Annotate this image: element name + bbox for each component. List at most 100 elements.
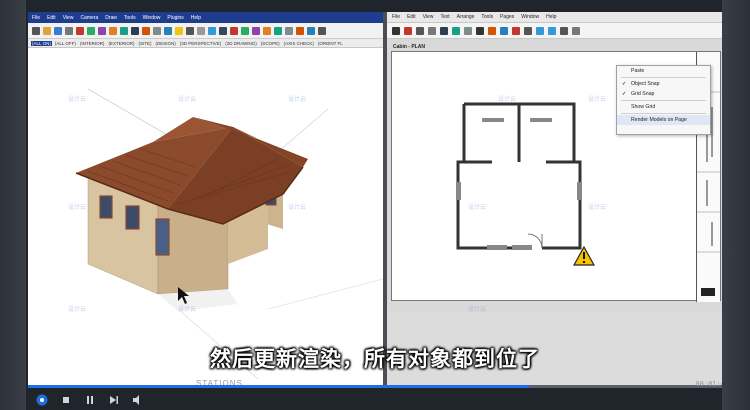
menu-window-r[interactable]: Window <box>521 14 539 20</box>
menu-help[interactable]: Help <box>191 15 201 21</box>
style-tool-icon[interactable] <box>524 26 532 35</box>
zoom-tool-icon[interactable] <box>186 26 194 35</box>
textured-icon[interactable] <box>307 26 315 35</box>
stop-icon[interactable] <box>60 394 72 406</box>
rectangle-tool-icon[interactable] <box>440 26 448 35</box>
tape-measure-icon[interactable] <box>153 26 161 35</box>
right-view-icon[interactable] <box>241 26 249 35</box>
front-view-icon[interactable] <box>230 26 238 35</box>
menu-arrange-r[interactable]: Arrange <box>457 14 475 20</box>
menu-edit[interactable]: Edit <box>47 15 56 21</box>
menu-window[interactable]: Window <box>143 15 161 21</box>
rotate-tool-icon[interactable] <box>120 26 128 35</box>
context-item-label: Render Models on Page <box>631 117 687 123</box>
menu-pages-r[interactable]: Pages <box>500 14 514 20</box>
menu-camera[interactable]: Camera <box>80 15 98 21</box>
context-item-object-snap[interactable]: ✓ Object Snap <box>617 79 710 89</box>
tab-exterior[interactable]: (EXTERIOR) <box>107 41 135 46</box>
line-tool-icon[interactable] <box>416 26 424 35</box>
tab-site[interactable]: (SITE) <box>137 41 152 46</box>
context-item-label: Object Snap <box>631 81 660 87</box>
text-tool-icon[interactable] <box>476 26 484 35</box>
next-icon[interactable] <box>108 394 120 406</box>
menu-draw[interactable]: Draw <box>105 15 117 21</box>
label-tool-icon[interactable] <box>488 26 496 35</box>
iso-view-icon[interactable] <box>208 26 216 35</box>
scale-tool-icon[interactable] <box>131 26 139 35</box>
tab-scope[interactable]: (SCOPE) <box>260 41 281 46</box>
menu-tools[interactable]: Tools <box>124 15 136 21</box>
watermark-text: 设计云 <box>588 96 607 103</box>
layout-send-icon[interactable] <box>318 26 326 35</box>
line-tool-icon[interactable] <box>65 26 73 35</box>
xray-icon[interactable] <box>274 26 282 35</box>
left-view-icon[interactable] <box>263 26 271 35</box>
zoom-extents-icon[interactable] <box>197 26 205 35</box>
warning-triangle-icon[interactable] <box>573 246 595 266</box>
offset-tool-icon[interactable] <box>142 26 150 35</box>
menu-tools-r[interactable]: Tools <box>481 14 493 20</box>
join-tool-icon[interactable] <box>548 26 556 35</box>
document-title: Cabin - PLAN <box>393 44 425 50</box>
polygon-tool-icon[interactable] <box>464 26 472 35</box>
watermark-text: 设计云 <box>288 96 307 103</box>
progress-fill <box>28 385 530 388</box>
watermark-text: 设计云 <box>288 204 307 211</box>
progress-bar[interactable] <box>28 385 724 388</box>
menu-edit-r[interactable]: Edit <box>407 14 416 20</box>
watermark-text: 设计云 <box>178 96 197 103</box>
select-arrow-icon[interactable] <box>392 26 400 35</box>
watermark-text: 设计云 <box>68 306 87 313</box>
eraser-tool-icon[interactable] <box>43 26 51 35</box>
tab-interior[interactable]: (INTERIOR) <box>79 41 106 46</box>
context-item-show-grid[interactable]: Show Grid <box>617 102 710 112</box>
circle-tool-icon[interactable] <box>452 26 460 35</box>
tab-all-off[interactable]: (ALL OFF) <box>54 41 77 46</box>
tab-design[interactable]: (DESIGN) <box>154 41 176 46</box>
tab-axis-check[interactable]: (AXIS CHECK) <box>283 41 315 46</box>
tab-all-on[interactable]: (ALL ON) <box>31 40 52 46</box>
circle-tool-icon[interactable] <box>87 26 95 35</box>
context-item-render-models[interactable]: Render Models on Page <box>617 115 710 125</box>
back-view-icon[interactable] <box>252 26 260 35</box>
menu-help-r[interactable]: Help <box>546 14 556 20</box>
menu-view[interactable]: View <box>63 15 74 21</box>
menu-file[interactable]: File <box>32 15 40 21</box>
pan-tool-icon[interactable] <box>175 26 183 35</box>
pencil-tool-icon[interactable] <box>404 26 412 35</box>
top-view-icon[interactable] <box>219 26 227 35</box>
left-menubar: File Edit View Camera Draw Tools Window … <box>28 12 383 23</box>
presentation-icon[interactable] <box>572 26 580 35</box>
logo-icon[interactable] <box>36 394 48 406</box>
split-tool-icon[interactable] <box>536 26 544 35</box>
menu-text-r[interactable]: Text <box>440 14 449 20</box>
paint-bucket-icon[interactable] <box>54 26 62 35</box>
tab-3d-perspective[interactable]: (3D PERSPECTIVE) <box>179 41 223 46</box>
pause-icon[interactable] <box>84 394 96 406</box>
arc-tool-icon[interactable] <box>428 26 436 35</box>
shaded-icon[interactable] <box>296 26 304 35</box>
watermark-text: 设计云 <box>68 96 87 103</box>
add-page-icon[interactable] <box>560 26 568 35</box>
tab-orient[interactable]: (ORIENT FL <box>317 41 344 46</box>
menu-file-r[interactable]: File <box>392 14 400 20</box>
rectangle-tool-icon[interactable] <box>76 26 84 35</box>
dimension-tool-icon[interactable] <box>500 26 508 35</box>
watermark-text: 设计云 <box>468 306 487 313</box>
erase-tool-icon[interactable] <box>512 26 520 35</box>
context-item-paste[interactable]: Paste <box>617 66 710 76</box>
wireframe-icon[interactable] <box>285 26 293 35</box>
select-tool-icon[interactable] <box>32 26 40 35</box>
menu-plugins[interactable]: Plugins <box>167 15 183 21</box>
sketchup-window: File Edit View Camera Draw Tools Window … <box>28 12 383 388</box>
move-tool-icon[interactable] <box>109 26 117 35</box>
menu-separator <box>621 113 706 114</box>
context-item-label: Paste <box>631 68 645 74</box>
context-menu: Paste ✓ Object Snap ✓ Grid Snap Show Grid … <box>616 65 711 135</box>
context-item-grid-snap[interactable]: ✓ Grid Snap <box>617 89 710 99</box>
push-pull-icon[interactable] <box>98 26 106 35</box>
orbit-tool-icon[interactable] <box>164 26 172 35</box>
menu-view-r[interactable]: View <box>423 14 434 20</box>
tab-2d-drawing[interactable]: (2D DRAWING) <box>224 41 258 46</box>
volume-icon[interactable] <box>132 394 144 406</box>
